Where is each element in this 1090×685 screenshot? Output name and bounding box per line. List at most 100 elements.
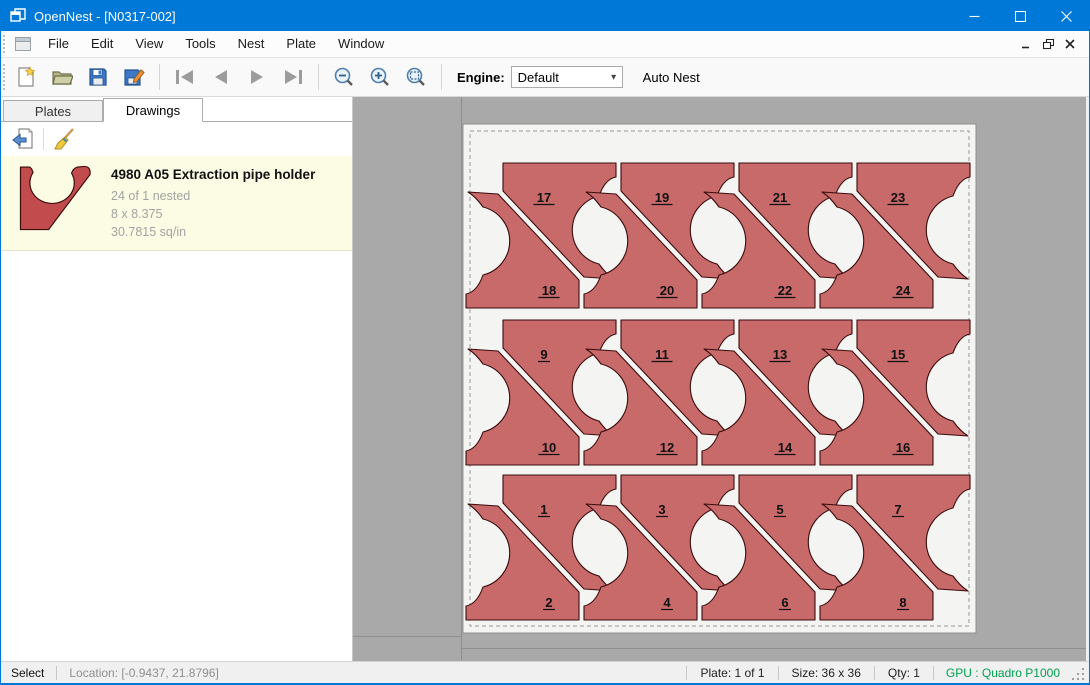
zoom-fit-button[interactable] xyxy=(401,62,431,92)
drawings-toolbar xyxy=(1,122,352,156)
part-number-label: 15 xyxy=(891,347,905,362)
toolbar-separator xyxy=(43,128,44,150)
auto-nest-button[interactable]: Auto Nest xyxy=(637,66,706,89)
part-number-label: 17 xyxy=(537,190,551,205)
previous-arrow-icon xyxy=(209,67,233,87)
drawing-area: 30.7815 sq/in xyxy=(111,223,315,241)
save-as-button[interactable] xyxy=(119,62,149,92)
next-plate-button[interactable] xyxy=(242,62,272,92)
status-gpu: GPU : Quadro P1000 xyxy=(934,666,1072,680)
previous-plate-button[interactable] xyxy=(206,62,236,92)
drawing-list-item[interactable]: 4980 A05 Extraction pipe holder 24 of 1 … xyxy=(1,156,352,251)
zoom-out-icon xyxy=(333,66,355,88)
part-number-label: 8 xyxy=(899,595,906,610)
zoom-fit-icon xyxy=(405,66,427,88)
mdi-restore-button[interactable] xyxy=(1037,34,1059,54)
part-number-label: 11 xyxy=(655,347,669,362)
engine-combobox[interactable]: Default ▾ xyxy=(511,66,623,88)
part-number-label: 22 xyxy=(778,283,792,298)
save-as-icon xyxy=(123,66,145,88)
left-panel: Plates Drawings xyxy=(1,97,353,661)
status-location: Location: [-0.9437, 21.8796] xyxy=(57,666,230,680)
engine-value: Default xyxy=(512,70,606,85)
part-number-label: 13 xyxy=(773,347,787,362)
menubar-grip[interactable] xyxy=(3,35,8,53)
menubar: File Edit View Tools Nest Plate Window xyxy=(1,31,1089,58)
first-plate-button[interactable] xyxy=(170,62,200,92)
next-arrow-icon xyxy=(245,67,269,87)
save-icon xyxy=(87,66,109,88)
part-number-label: 19 xyxy=(655,190,669,205)
last-plate-button[interactable] xyxy=(278,62,308,92)
zoom-in-icon xyxy=(369,66,391,88)
save-button[interactable] xyxy=(83,62,113,92)
close-button[interactable] xyxy=(1043,1,1089,31)
titlebar: OpenNest - [N0317-002] xyxy=(1,1,1089,31)
mdi-document-icon[interactable] xyxy=(15,37,31,51)
status-size: Size: 36 x 36 xyxy=(779,666,874,680)
mdi-minimize-icon xyxy=(1021,39,1031,49)
toolbar-grip[interactable] xyxy=(3,64,8,91)
mdi-close-icon xyxy=(1065,39,1075,49)
part-number-label: 14 xyxy=(778,440,793,455)
zoom-in-button[interactable] xyxy=(365,62,395,92)
maximize-icon xyxy=(1015,11,1026,22)
statusbar: Select Location: [-0.9437, 21.8796] Plat… xyxy=(1,661,1089,683)
first-arrow-icon xyxy=(173,67,197,87)
part-number-label: 1 xyxy=(540,502,547,517)
mdi-minimize-button[interactable] xyxy=(1015,34,1037,54)
main-body: Plates Drawings xyxy=(1,97,1089,661)
part-number-label: 21 xyxy=(773,190,787,205)
menu-tools[interactable]: Tools xyxy=(174,31,226,57)
window-title: OpenNest - [N0317-002] xyxy=(34,9,176,24)
nest-canvas[interactable]: 171921231820222491113151012141613572468 xyxy=(353,97,1089,661)
engine-label: Engine: xyxy=(457,70,505,85)
part-number-label: 6 xyxy=(781,595,788,610)
part-number-label: 10 xyxy=(542,440,556,455)
new-button[interactable] xyxy=(11,62,41,92)
menu-edit[interactable]: Edit xyxy=(80,31,124,57)
part-number-label: 5 xyxy=(776,502,783,517)
main-toolbar: Engine: Default ▾ Auto Nest xyxy=(1,58,1089,97)
status-mode: Select xyxy=(1,666,56,680)
part-number-label: 3 xyxy=(658,502,665,517)
toolbar-separator xyxy=(159,64,160,90)
part-number-label: 9 xyxy=(540,347,547,362)
close-icon xyxy=(1061,11,1072,22)
drawing-dimensions: 8 x 8.375 xyxy=(111,205,315,223)
menu-nest[interactable]: Nest xyxy=(227,31,276,57)
chevron-down-icon: ▾ xyxy=(606,72,622,83)
menu-plate[interactable]: Plate xyxy=(275,31,327,57)
last-arrow-icon xyxy=(281,67,305,87)
drawing-list-empty-area[interactable] xyxy=(1,251,352,661)
tab-drawings[interactable]: Drawings xyxy=(103,98,203,122)
minimize-button[interactable] xyxy=(951,1,997,31)
mdi-close-button[interactable] xyxy=(1059,34,1081,54)
tab-plates[interactable]: Plates xyxy=(3,100,103,121)
open-button[interactable] xyxy=(47,62,77,92)
menu-view[interactable]: View xyxy=(124,31,174,57)
nest-svg[interactable]: 171921231820222491113151012141613572468 xyxy=(353,97,1086,660)
part-number-label: 24 xyxy=(896,283,911,298)
part-number-label: 2 xyxy=(545,595,552,610)
resize-grip[interactable] xyxy=(1072,668,1086,682)
open-folder-icon xyxy=(51,66,73,88)
part-number-label: 18 xyxy=(542,283,556,298)
clear-drawings-button[interactable] xyxy=(50,125,78,153)
minimize-icon xyxy=(969,11,980,22)
part-number-label: 4 xyxy=(663,595,671,610)
part-number-label: 16 xyxy=(896,440,910,455)
maximize-button[interactable] xyxy=(997,1,1043,31)
part-thumbnail xyxy=(19,165,93,233)
broom-icon xyxy=(52,127,76,151)
toolbar-separator xyxy=(318,64,319,90)
zoom-out-button[interactable] xyxy=(329,62,359,92)
app-icon xyxy=(10,8,26,24)
app-window: OpenNest - [N0317-002] File Edit View To… xyxy=(0,0,1090,685)
import-drawing-button[interactable] xyxy=(9,125,37,153)
part-number-label: 12 xyxy=(660,440,674,455)
part-number-label: 20 xyxy=(660,283,674,298)
menu-file[interactable]: File xyxy=(37,31,80,57)
mdi-restore-icon xyxy=(1043,39,1054,50)
menu-window[interactable]: Window xyxy=(327,31,395,57)
